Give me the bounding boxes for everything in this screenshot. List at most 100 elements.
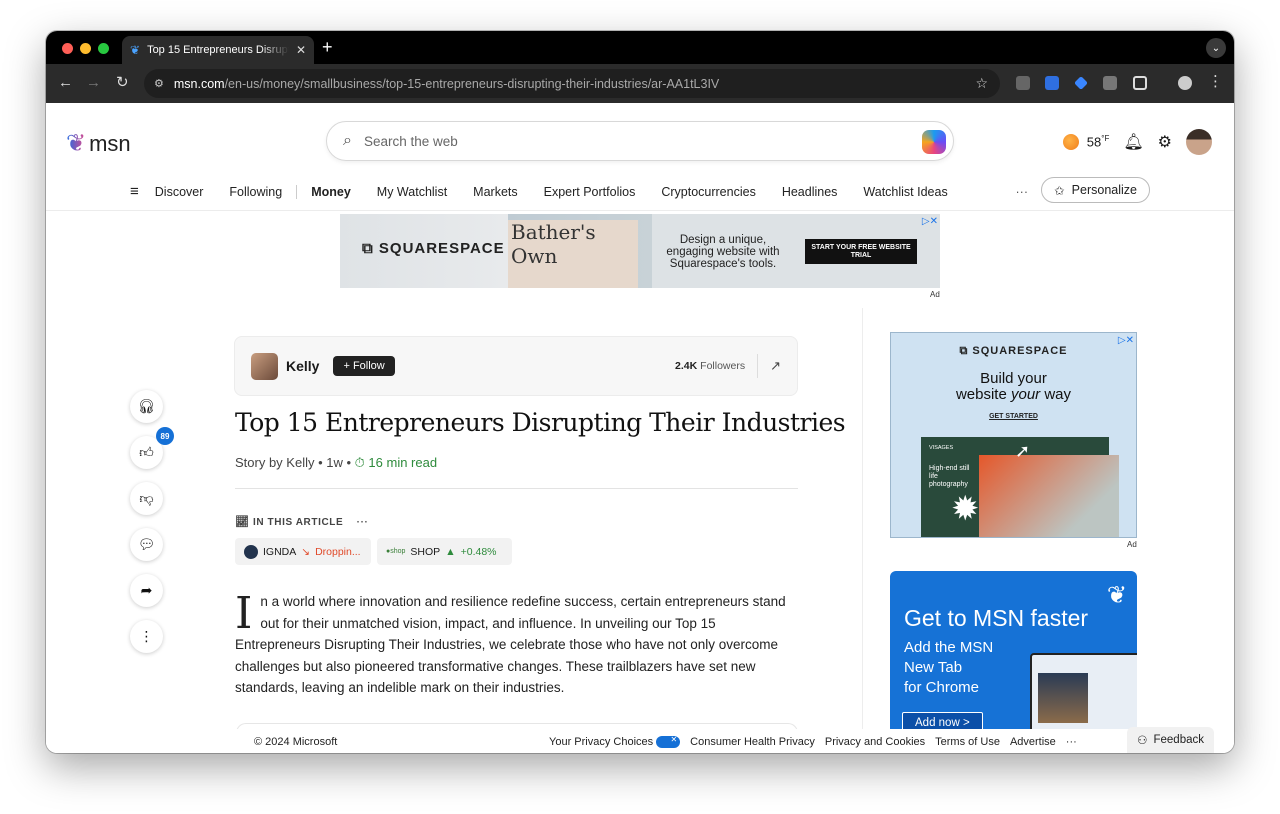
- comment-bubble-icon: 💬︎: [137, 536, 156, 552]
- copilot-icon[interactable]: [922, 130, 946, 154]
- close-window-button[interactable]: [62, 43, 73, 54]
- browser-window: ❦ Top 15 Entrepreneurs Disrupting Their …: [46, 31, 1234, 753]
- search-box[interactable]: ⌕ Search the web: [326, 121, 954, 161]
- browser-tab[interactable]: ❦ Top 15 Entrepreneurs Disrupting Their …: [122, 36, 314, 64]
- forward-button[interactable]: →: [86, 74, 101, 92]
- side-ad-mock-site: VISAGES High-end still life photography …: [921, 437, 1119, 537]
- followers-count: 2.4K Followers: [675, 360, 746, 372]
- article-byline: Story by Kelly • 1w • ⏱ 16 min read: [235, 455, 437, 471]
- ad-mock-site: Bather's Own: [508, 220, 638, 288]
- feedback-button[interactable]: ⚇ Feedback: [1127, 727, 1214, 753]
- footer-more-button[interactable]: ···: [1066, 736, 1077, 748]
- squarespace-brand: ⧉ SQUARESPACE: [362, 240, 505, 257]
- nav-more-button[interactable]: ···: [1016, 185, 1029, 199]
- read-time: 16 min read: [368, 455, 438, 470]
- nav-money[interactable]: Money: [311, 185, 351, 199]
- code-extension-icon[interactable]: [1103, 76, 1117, 90]
- tab-title: Top 15 Entrepreneurs Disrupting Their In…: [147, 44, 289, 56]
- notifications-bell-icon[interactable]: 🔔︎: [1123, 132, 1143, 152]
- msn-favicon-icon: ❦: [130, 43, 141, 57]
- site-info-icon[interactable]: ⚙: [154, 77, 164, 90]
- adchoices-close-icon[interactable]: ▷✕: [1118, 335, 1134, 346]
- msn-extension-promo[interactable]: ❦ Get to MSN faster Add the MSN New Tab fo…: [890, 571, 1137, 753]
- adchoices-close-icon[interactable]: ▷✕: [922, 216, 938, 227]
- minimize-window-button[interactable]: [80, 43, 91, 54]
- msn-logo[interactable]: ❦ msn: [66, 129, 131, 158]
- promo-subtext: Add the MSN New Tab for Chrome: [904, 639, 994, 696]
- advertise-link[interactable]: Advertise: [1010, 736, 1056, 748]
- terms-link[interactable]: Terms of Use: [935, 736, 1000, 748]
- side-ad[interactable]: ⧉ SQUARESPACE Build your website your way…: [890, 332, 1137, 538]
- side-ad-cta[interactable]: GET STARTED: [891, 413, 1136, 420]
- url-path: /en-us/money/smallbusiness/top-15-entrep…: [224, 76, 720, 91]
- stopwatch-icon: ⏱: [354, 455, 365, 470]
- cursor-pointer-icon: ➚: [1015, 441, 1031, 461]
- external-link-icon[interactable]: ↗: [770, 358, 781, 374]
- nav-discover[interactable]: Discover: [155, 185, 204, 199]
- address-bar[interactable]: ⚙ msn.com/en-us/money/smallbusiness/top-…: [144, 69, 1000, 98]
- hamburger-menu-icon[interactable]: ≡: [130, 183, 139, 200]
- personalize-label: Personalize: [1071, 183, 1137, 197]
- in-article-more-button[interactable]: ···: [357, 517, 369, 528]
- privacy-choices-link[interactable]: Your Privacy Choices: [549, 735, 681, 749]
- like-count-badge: 89: [156, 427, 174, 445]
- promo-headline: Get to MSN faster: [904, 605, 1089, 631]
- search-icon: ⌕: [343, 132, 352, 149]
- settings-gear-icon[interactable]: ⚙: [1158, 132, 1172, 152]
- personalize-button[interactable]: ✩ Personalize: [1041, 177, 1150, 203]
- consumer-health-link[interactable]: Consumer Health Privacy: [690, 736, 815, 748]
- back-button[interactable]: ←: [58, 74, 73, 92]
- nav-following[interactable]: Following: [229, 185, 282, 199]
- weather-unit: °F: [1101, 134, 1110, 144]
- nav-my-watchlist[interactable]: My Watchlist: [377, 185, 447, 199]
- feedback-person-icon: ⚇: [1137, 735, 1148, 747]
- ticker-chip-shop[interactable]: ●shop SHOP ▲ +0.48%: [377, 538, 512, 565]
- up-triangle-icon: ▲: [445, 545, 456, 558]
- byline-text: Story by Kelly • 1w •: [235, 455, 352, 470]
- follow-button[interactable]: + Follow: [333, 356, 395, 376]
- new-tab-button[interactable]: +: [322, 38, 333, 56]
- author-name[interactable]: Kelly: [286, 358, 319, 374]
- nav-expert-portfolios[interactable]: Expert Portfolios: [544, 185, 636, 199]
- logo-text: msn: [89, 130, 131, 156]
- close-tab-icon[interactable]: ✕: [296, 43, 306, 57]
- author-avatar[interactable]: [251, 352, 278, 380]
- side-ad-headline: Build your website your way: [955, 370, 1072, 403]
- extensions-puzzle-icon[interactable]: [1133, 76, 1147, 90]
- user-avatar[interactable]: [1186, 129, 1212, 155]
- msn-butterfly-icon: ❦: [1106, 582, 1127, 609]
- share-button[interactable]: ➦: [130, 574, 163, 607]
- nav-divider: [296, 184, 298, 199]
- more-options-button[interactable]: ⋮: [130, 620, 163, 653]
- comment-button[interactable]: 💬︎: [130, 528, 163, 561]
- nav-watchlist-ideas[interactable]: Watchlist Ideas: [863, 185, 947, 199]
- nav-headlines[interactable]: Headlines: [782, 185, 838, 199]
- profile-avatar-icon[interactable]: [1178, 76, 1192, 90]
- maximize-window-button[interactable]: [98, 43, 109, 54]
- bookmark-star-icon[interactable]: ☆: [975, 75, 988, 92]
- top-banner-ad[interactable]: ⧉ SQUARESPACE Bather's Own Design a uniq…: [340, 214, 940, 288]
- msn-page: ❦ msn ⌕ Search the web 58°F 🔔︎ ⚙ ≡ Disco…: [46, 103, 1234, 753]
- reload-button[interactable]: ↻: [116, 74, 129, 92]
- weather-widget[interactable]: 58°F: [1062, 134, 1110, 150]
- mock-brand: VISAGES: [929, 445, 954, 451]
- tab-search-button[interactable]: ⌄: [1206, 38, 1226, 58]
- article-paragraph: n a world where innovation and resilienc…: [235, 594, 786, 695]
- privacy-cookies-link[interactable]: Privacy and Cookies: [825, 736, 925, 748]
- tag-extension-icon[interactable]: [1074, 76, 1088, 90]
- ticker-chip-ignda[interactable]: IGNDA ↘ Droppin...: [235, 538, 371, 565]
- nav-markets[interactable]: Markets: [473, 185, 517, 199]
- feedback-label: Feedback: [1153, 734, 1204, 746]
- dislike-button[interactable]: 👎︎: [130, 482, 163, 515]
- mock-text: High-end still life photography: [929, 465, 970, 488]
- nav-cryptocurrencies[interactable]: Cryptocurrencies: [661, 185, 755, 199]
- ad-cta-button[interactable]: START YOUR FREE WEBSITE TRIAL: [805, 239, 917, 264]
- tab-strip: ❦ Top 15 Entrepreneurs Disrupting Their …: [46, 31, 1234, 64]
- byline-divider: [235, 488, 798, 489]
- listen-headphones-button[interactable]: 🎧︎: [130, 390, 163, 423]
- translate-extension-icon[interactable]: [1045, 76, 1059, 90]
- headphones-icon: 🎧︎: [137, 398, 156, 414]
- url-host: msn.com: [173, 76, 225, 91]
- browser-menu-icon[interactable]: ⋮: [1208, 73, 1223, 91]
- camera-extension-icon[interactable]: [1016, 76, 1030, 90]
